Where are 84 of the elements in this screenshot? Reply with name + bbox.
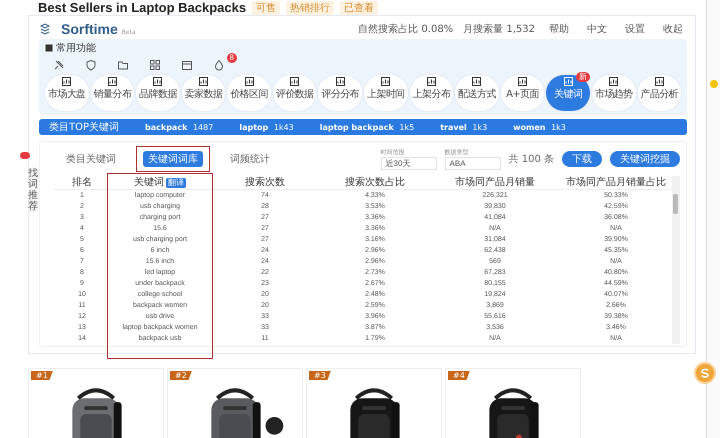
chart-icon [381, 77, 390, 86]
column-header[interactable]: 排名 [54, 176, 110, 190]
chart-icon [290, 77, 300, 86]
chart-icon [336, 77, 345, 86]
sub-tab[interactable]: 关键词词库 [143, 151, 203, 167]
feature-tab[interactable]: 卖家数据 [182, 75, 226, 111]
rank-badge: #4 [448, 371, 470, 380]
title-tag: 已查看 [340, 0, 378, 14]
feature-tab[interactable]: 评分分布 [318, 75, 362, 111]
column-header[interactable]: 搜索次数 [210, 176, 320, 190]
action-button[interactable]: 关键词挖掘 [610, 151, 680, 167]
toolbar-button[interactable] [149, 59, 161, 71]
header-action[interactable]: 设置 [621, 22, 649, 36]
action-button[interactable]: 下载 [562, 151, 602, 167]
pin-icon [53, 59, 65, 71]
header-stat: 自然搜索占比 0.08% [358, 22, 454, 36]
filter-select[interactable]: ABA [444, 157, 501, 170]
header-action[interactable]: 收起 [659, 22, 687, 36]
feature-tab[interactable]: 上架时间 [364, 75, 408, 111]
header-stat: 月搜索量 1,532 [463, 22, 535, 36]
keyword-link[interactable]: backpack 1487 [145, 122, 214, 132]
column-header[interactable]: 市场同产品月销量 [430, 176, 560, 190]
chart-icon [244, 77, 254, 86]
chart-icon [472, 77, 482, 86]
rank-badge: #1 [31, 371, 53, 380]
header-action[interactable]: 帮助 [545, 22, 573, 36]
toolbar-button[interactable] [53, 59, 65, 71]
sub-tab[interactable]: 类目关键词 [61, 151, 121, 167]
new-badge: 新 [576, 72, 590, 82]
chart-icon [564, 77, 573, 86]
product-card[interactable]: #4 [445, 368, 581, 438]
feature-tab[interactable]: 评价数据 [272, 75, 316, 111]
column-header[interactable]: 关键词 翻译 [110, 176, 210, 190]
scrollbar[interactable] [672, 176, 680, 344]
chart-icon [199, 77, 208, 86]
chart-icon [426, 77, 436, 86]
feature-tab[interactable]: 销量分布 [90, 75, 134, 111]
keyword-link[interactable]: women 1k3 [513, 122, 566, 132]
s-shape-icon [700, 368, 710, 378]
keyword-link[interactable]: travel 1k3 [440, 122, 488, 132]
column-header[interactable]: 搜索次数占比 [320, 176, 430, 190]
total-count: 共 100 条 [508, 152, 554, 166]
keyword-link[interactable]: laptop backpack 1k5 [320, 122, 414, 132]
feature-tab[interactable]: A+页面 [500, 75, 544, 111]
chart-icon [108, 77, 117, 86]
keyword-bar-label: 类目TOP关键词 [49, 120, 120, 134]
rank-badge: #3 [309, 371, 331, 380]
toolbar-button[interactable] [181, 59, 193, 71]
brand-name: Sorftime [61, 21, 118, 37]
chart-icon [62, 77, 72, 86]
title-tag: 热销排行 [286, 0, 334, 14]
toolbar-button[interactable] [85, 59, 97, 71]
chart-icon [609, 77, 618, 86]
filter-select[interactable]: 近30天 [380, 157, 437, 170]
grid-icon [149, 59, 161, 71]
title-tag: 可售 [252, 0, 280, 14]
folder-icon [117, 59, 129, 71]
header-action[interactable]: 中文 [583, 22, 611, 36]
shield-icon [85, 59, 97, 71]
feature-tab[interactable]: 市场趋势 [592, 75, 636, 111]
translate-badge[interactable]: 翻译 [166, 178, 186, 188]
feature-tab[interactable]: 价格区间 [227, 75, 271, 111]
side-tab[interactable]: 找词推荐 [28, 168, 38, 212]
toolbar-button[interactable] [117, 59, 129, 71]
product-card[interactable]: #2 [167, 368, 303, 438]
feature-tab[interactable]: 上架分布 [410, 75, 454, 111]
sub-tab[interactable]: 词频统计 [225, 151, 275, 167]
calendar-icon [181, 59, 193, 71]
favorites-label: 常用功能 [56, 42, 96, 55]
count-badge: 8 [226, 53, 237, 63]
page-title: Best Sellers in Laptop Backpacks [38, 0, 246, 15]
feature-tab[interactable]: 配送方式 [455, 75, 499, 111]
keyword-link[interactable]: laptop 1k43 [239, 122, 294, 132]
product-card[interactable]: #1 [28, 368, 164, 438]
status-dot [710, 80, 718, 88]
feature-tab[interactable]: 产品分析 [638, 75, 682, 111]
rank-badge: #2 [170, 371, 192, 380]
chart-icon [518, 77, 528, 86]
product-card[interactable]: #3 [306, 368, 442, 438]
feature-tab[interactable]: 品牌数据 [136, 75, 180, 111]
chart-icon [654, 77, 664, 86]
logo-icon [39, 23, 51, 35]
feature-tab[interactable]: 市场大盘 [45, 75, 89, 111]
chart-icon [153, 77, 162, 86]
